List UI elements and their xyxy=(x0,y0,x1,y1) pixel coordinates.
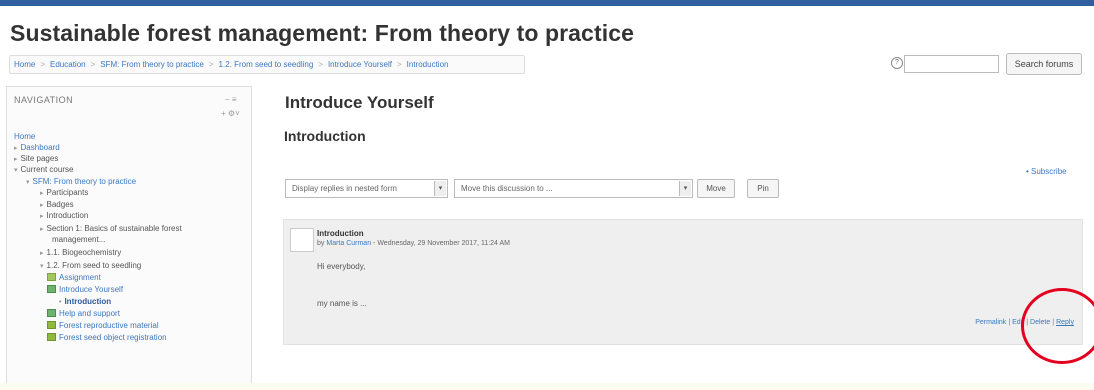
post-body-line: Hi everybody, xyxy=(317,262,366,271)
forum-title: Introduce Yourself xyxy=(285,93,434,112)
red-circle-annotation xyxy=(1021,288,1094,364)
expand-arrow-icon: ▸ xyxy=(14,145,18,152)
move-button[interactable]: Move xyxy=(697,179,735,198)
pin-button[interactable]: Pin xyxy=(747,179,779,198)
assignment-icon xyxy=(47,273,56,281)
display-mode-select[interactable]: Display replies in nested form ▾ xyxy=(285,179,448,198)
breadcrumb-separator: > xyxy=(396,60,402,69)
search-forums-input[interactable] xyxy=(904,55,999,73)
nav-item-badges[interactable]: ▸ Badges xyxy=(40,200,74,211)
expand-arrow-icon: ▸ xyxy=(40,213,44,220)
post-author-link[interactable]: Marta Curman xyxy=(326,240,371,247)
help-icon[interactable]: ? xyxy=(891,57,903,69)
display-mode-value: Display replies in nested form xyxy=(292,184,397,193)
collapse-arrow-icon: ▾ xyxy=(40,263,44,270)
expand-arrow-icon: ▸ xyxy=(40,202,44,209)
nav-item-introduce-yourself[interactable]: Introduce Yourself xyxy=(47,285,123,295)
breadcrumb-section[interactable]: 1.2. From seed to seedling xyxy=(219,60,314,69)
nav-item-forest-reproductive[interactable]: Forest reproductive material xyxy=(47,321,159,331)
forum-post: Introduction by Marta Curman - Wednesday… xyxy=(283,219,1083,345)
permalink-link[interactable]: Permalink xyxy=(975,319,1006,326)
discussion-heading: Introduction xyxy=(284,128,366,144)
nav-item-help-support[interactable]: Help and support xyxy=(47,309,120,319)
dropdown-arrow-icon: ▾ xyxy=(679,181,691,196)
post-body-line: my name is ... xyxy=(317,299,367,308)
nav-item-section-1[interactable]: ▸ Section 1: Basics of sustainable forest xyxy=(40,224,182,235)
navigation-header: NAVIGATION xyxy=(14,95,74,105)
breadcrumb: Home > Education > SFM: From theory to pract… xyxy=(9,55,525,74)
expand-arrow-icon: ▸ xyxy=(40,250,44,257)
nav-item-section-1-cont[interactable]: management... xyxy=(52,235,105,245)
breadcrumb-home[interactable]: Home xyxy=(14,60,35,69)
nav-item-forest-seed[interactable]: Forest seed object registration xyxy=(47,333,167,343)
folder-icon xyxy=(47,321,56,329)
nav-item-assignment[interactable]: Assignment xyxy=(47,273,101,283)
bullet-icon: • xyxy=(59,299,62,306)
nav-item-biogeochemistry[interactable]: ▸ 1.1. Biogeochemistry xyxy=(40,248,121,259)
breadcrumb-separator: > xyxy=(318,60,323,69)
nav-item-introduction[interactable]: ▸ Introduction xyxy=(40,211,88,222)
page-title: Sustainable forest management: From theo… xyxy=(10,20,634,46)
bottom-band xyxy=(0,383,1094,390)
post-by-label: by xyxy=(317,240,325,247)
expand-arrow-icon: ▸ xyxy=(40,190,44,197)
action-separator: | xyxy=(1008,319,1011,326)
search-forums-button[interactable]: Search forums xyxy=(1006,53,1082,75)
nav-item-course-sfm[interactable]: ▾ SFM: From theory to practice xyxy=(26,177,136,188)
breadcrumb-separator: > xyxy=(90,60,96,69)
nav-item-home[interactable]: Home xyxy=(14,132,35,142)
post-subject: Introduction xyxy=(317,229,364,238)
dropdown-arrow-icon: ▾ xyxy=(434,181,446,196)
collapse-arrow-icon: ▾ xyxy=(26,179,30,186)
forum-icon xyxy=(47,285,56,293)
block-actions-icon[interactable]: + ⚙˅ xyxy=(221,109,240,118)
nav-item-participants[interactable]: ▸ Participants xyxy=(40,188,88,199)
dock-block-icon[interactable]: − ≡ xyxy=(225,95,237,104)
breadcrumb-forum[interactable]: Introduce Yourself xyxy=(328,60,392,69)
breadcrumb-discussion[interactable]: Introduction xyxy=(407,60,449,69)
nav-item-seed-to-seedling[interactable]: ▾ 1.2. From seed to seedling xyxy=(40,261,141,272)
breadcrumb-course[interactable]: SFM: From theory to practice xyxy=(100,60,204,69)
nav-item-dashboard[interactable]: ▸ Dashboard xyxy=(14,143,60,154)
top-bar xyxy=(0,0,1094,6)
forum-icon xyxy=(47,309,56,317)
nav-item-current-course[interactable]: ▾ Current course xyxy=(14,165,73,176)
nav-item-introduction-active[interactable]: • Introduction xyxy=(59,297,111,308)
post-meta: by Marta Curman - Wednesday, 29 November… xyxy=(317,240,510,247)
post-date: - Wednesday, 29 November 2017, 11:24 AM xyxy=(371,240,511,247)
move-discussion-value: Move this discussion to ... xyxy=(461,184,553,193)
avatar[interactable] xyxy=(290,228,314,252)
breadcrumb-separator: > xyxy=(40,60,46,69)
expand-arrow-icon: ▸ xyxy=(40,226,44,233)
expand-arrow-icon: ▸ xyxy=(14,156,18,163)
breadcrumb-education[interactable]: Education xyxy=(50,60,86,69)
breadcrumb-separator: > xyxy=(208,60,214,69)
subscribe-link[interactable]: • Subscribe xyxy=(1026,167,1067,176)
move-discussion-select[interactable]: Move this discussion to ... ▾ xyxy=(454,179,693,198)
navigation-block: NAVIGATION − ≡ + ⚙˅ Home ▸ Dashboard ▸ Sit… xyxy=(6,86,252,390)
collapse-arrow-icon: ▾ xyxy=(14,167,18,174)
nav-item-site-pages[interactable]: ▸ Site pages xyxy=(14,154,58,165)
folder-icon xyxy=(47,333,56,341)
